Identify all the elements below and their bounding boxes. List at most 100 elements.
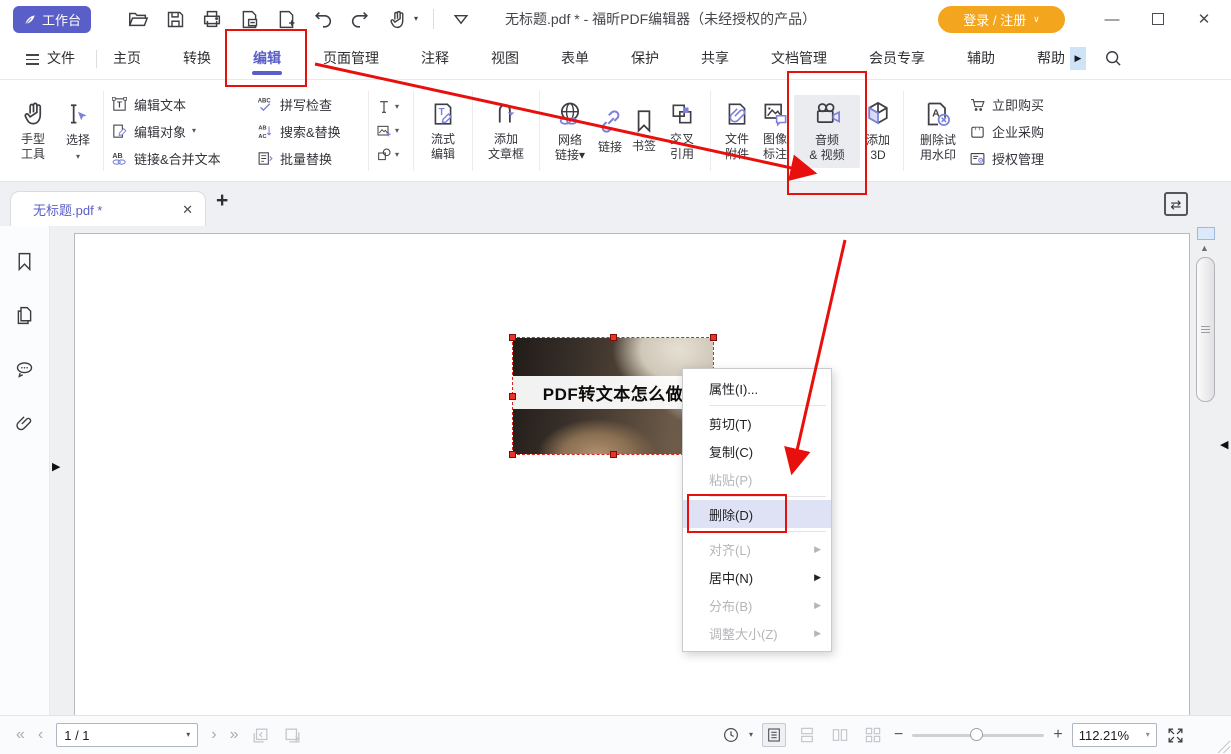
web-link-button[interactable]: 网络 链接▾ — [547, 100, 593, 163]
comments-panel-icon[interactable] — [14, 359, 35, 380]
resize-handle-w[interactable] — [509, 393, 516, 400]
license-manage-button[interactable]: 授权管理 — [969, 149, 1069, 168]
file-attachment-button[interactable]: 文件 附件 — [718, 101, 756, 162]
edit-object-button[interactable]: 编辑对象 ▾ — [111, 122, 245, 141]
single-page-view-button[interactable] — [762, 723, 786, 747]
resize-handle-sw[interactable] — [509, 451, 516, 458]
add-text-tool-button[interactable]: ▾ — [376, 99, 406, 115]
hand-tool-button[interactable]: 手型 工具 — [14, 100, 52, 162]
resize-handle-s[interactable] — [610, 451, 617, 458]
context-menu-item-delete[interactable]: 删除(D) — [683, 500, 831, 528]
pages-panel-icon[interactable] — [14, 305, 35, 326]
page-number-input[interactable]: 1 / 1 ▾ — [56, 723, 198, 747]
context-menu-item-center[interactable]: 居中(N)▶ — [683, 563, 831, 591]
close-document-icon[interactable] — [237, 7, 261, 31]
bookmark-button[interactable]: 书签 — [627, 108, 661, 154]
zoom-out-button[interactable]: − — [894, 727, 903, 743]
link-merge-text-button[interactable]: AB 链接&合并文本 — [111, 149, 245, 168]
continuous-view-button[interactable] — [795, 723, 819, 747]
cross-reference-button[interactable]: 交叉 引用 — [661, 101, 703, 162]
zoom-level-input[interactable]: 112.21% ▾ — [1072, 723, 1157, 747]
scroll-up-icon[interactable]: ▲ — [1200, 244, 1209, 253]
hamburger-icon[interactable] — [26, 54, 39, 68]
menu-tab-form[interactable]: 表单 — [561, 38, 589, 79]
fullscreen-icon[interactable] — [1166, 726, 1185, 745]
menu-overflow-arrow[interactable]: ▶ — [1070, 47, 1086, 70]
menu-tab-page-manage[interactable]: 页面管理 — [323, 38, 379, 79]
first-page-button[interactable]: « — [16, 727, 25, 743]
window-resize-grip[interactable] — [1217, 740, 1230, 753]
login-register-button[interactable]: 登录 / 注册 ∨ — [938, 6, 1065, 33]
next-page-button[interactable]: › — [211, 727, 216, 743]
maximize-button[interactable] — [1135, 0, 1181, 38]
menu-tab-edit[interactable]: 编辑 — [253, 38, 281, 79]
add-3d-button[interactable]: 添加 3D — [860, 100, 896, 163]
resize-handle-nw[interactable] — [509, 334, 516, 341]
menu-tab-help[interactable]: 帮助 — [1037, 38, 1065, 79]
vertical-scrollbar-thumb[interactable] — [1196, 257, 1215, 402]
menu-tab-member[interactable]: 会员专享 — [869, 38, 925, 79]
last-page-button[interactable]: » — [230, 727, 239, 743]
save-icon[interactable] — [163, 7, 187, 31]
facing-view-button[interactable] — [828, 723, 852, 747]
resize-handle-n[interactable] — [610, 334, 617, 341]
menu-file[interactable]: 文件 — [47, 38, 75, 79]
menu-tab-comment[interactable]: 注释 — [421, 38, 449, 79]
add-image-tool-button[interactable]: ▾ — [376, 123, 406, 139]
zoom-slider[interactable] — [912, 734, 1044, 737]
new-tab-button[interactable]: + — [216, 190, 228, 211]
spell-check-button[interactable]: ABC 拼写检查 — [257, 95, 361, 114]
zoom-slider-handle[interactable] — [970, 728, 983, 741]
zoom-caret-icon[interactable]: ▾ — [1146, 731, 1150, 739]
enterprise-purchase-button[interactable]: 企业采购 — [969, 122, 1069, 141]
edit-text-button[interactable]: T 编辑文本 — [111, 95, 245, 114]
select-tool-button[interactable]: 选择 ▾ — [60, 102, 96, 161]
context-menu-item-copy[interactable]: 复制(C) — [683, 437, 831, 465]
pdf-page[interactable] — [74, 233, 1190, 715]
attachments-panel-icon[interactable] — [14, 413, 35, 434]
search-replace-button[interactable]: ABAC 搜索&替换 — [257, 122, 361, 141]
autoscroll-icon[interactable] — [722, 726, 740, 744]
next-view-icon[interactable] — [283, 726, 302, 745]
buy-now-button[interactable]: 立即购买 — [969, 95, 1069, 114]
panel-expand-icon[interactable]: ▶ — [52, 462, 60, 473]
context-menu-item-properties[interactable]: 属性(I)... — [683, 374, 831, 402]
minimize-button[interactable]: — — [1089, 0, 1135, 38]
add-article-box-button[interactable]: 添加 文章框 — [480, 100, 532, 162]
workspace-button[interactable]: 工作台 — [13, 6, 91, 33]
tab-switch-button[interactable]: ⇄ — [1164, 192, 1188, 216]
autoscroll-caret-icon[interactable]: ▾ — [749, 731, 753, 739]
menu-tab-doc-manage[interactable]: 文档管理 — [771, 38, 827, 79]
menu-tab-convert[interactable]: 转换 — [183, 38, 211, 79]
link-button[interactable]: 链接 — [593, 108, 627, 155]
batch-replace-button[interactable]: 批量替换 — [257, 149, 361, 168]
undo-icon[interactable] — [311, 7, 335, 31]
menu-tab-home[interactable]: 主页 — [113, 38, 141, 79]
collapse-toolbar-icon[interactable] — [449, 7, 473, 31]
menu-tab-view[interactable]: 视图 — [491, 38, 519, 79]
menu-tab-share[interactable]: 共享 — [701, 38, 729, 79]
zoom-in-button[interactable]: + — [1053, 727, 1062, 743]
redo-icon[interactable] — [348, 7, 372, 31]
previous-page-button[interactable]: ‹ — [38, 727, 43, 743]
previous-view-icon[interactable] — [251, 726, 270, 745]
flow-edit-button[interactable]: T 流式 编辑 — [421, 101, 465, 162]
new-document-icon[interactable] — [274, 7, 298, 31]
bookmarks-panel-icon[interactable] — [14, 251, 35, 272]
menu-tab-protect[interactable]: 保护 — [631, 38, 659, 79]
audio-video-button[interactable]: 音频 & 视频 — [794, 95, 860, 168]
tab-close-icon[interactable]: ✕ — [182, 203, 193, 216]
search-icon[interactable] — [1103, 48, 1123, 68]
context-menu-item-cut[interactable]: 剪切(T) — [683, 409, 831, 437]
close-button[interactable]: ✕ — [1181, 0, 1227, 38]
open-file-icon[interactable] — [126, 7, 150, 31]
image-annotation-button[interactable]: 图像 标注 — [756, 100, 794, 162]
page-caret-icon[interactable]: ▾ — [186, 731, 190, 739]
document-tab[interactable]: 无标题.pdf * ✕ — [10, 191, 206, 227]
add-shape-tool-button[interactable]: ▾ — [376, 147, 406, 163]
right-panel-expand-icon[interactable]: ◀ — [1220, 440, 1228, 451]
print-icon[interactable] — [200, 7, 224, 31]
continuous-facing-view-button[interactable] — [861, 723, 885, 747]
remove-trial-watermark-button[interactable]: A 删除试 用水印 — [911, 100, 965, 163]
hand-mode-icon[interactable] — [385, 7, 409, 31]
